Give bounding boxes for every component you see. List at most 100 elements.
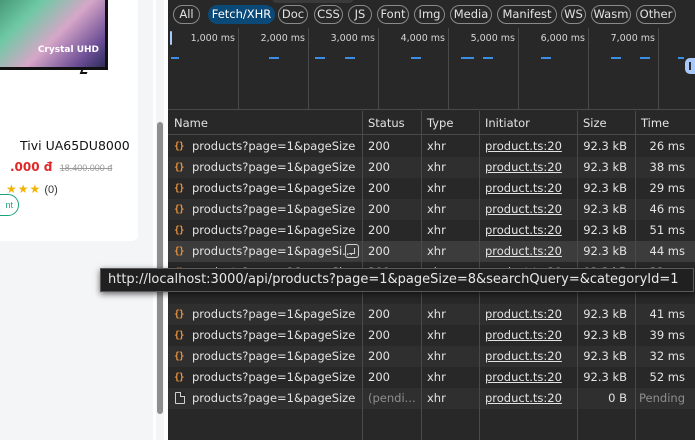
column-header-status[interactable]: Status — [368, 111, 405, 135]
column-header-time[interactable]: Time — [641, 111, 669, 135]
copy-icon[interactable] — [345, 244, 359, 258]
cell-status: 200 — [368, 160, 390, 174]
request-name[interactable]: products?page=1&pageSize... — [192, 178, 356, 199]
request-name[interactable]: products?page=1&pageSize... — [192, 220, 356, 241]
cell-status: 200 — [368, 349, 390, 363]
timeline-request-bar — [411, 57, 421, 59]
filter-font[interactable]: Font — [377, 5, 409, 24]
tv-stand-graphic — [79, 67, 90, 74]
cell-status: 200 — [368, 223, 390, 237]
cell-status: 200 — [368, 328, 390, 342]
cell-initiator[interactable]: product.ts:20 — [485, 325, 573, 346]
cell-size: 0 B — [608, 391, 627, 405]
timeline-tick-label: 3,000 ms — [330, 33, 375, 44]
cell-initiator[interactable]: product.ts:20 — [485, 136, 573, 157]
request-name[interactable]: products?page=1&pageSize... — [192, 136, 356, 157]
column-header-name[interactable]: Name — [174, 111, 208, 135]
toolbar-stub — [272, 0, 354, 3]
cell-type: xhr — [427, 223, 446, 237]
cell-type: xhr — [427, 181, 446, 195]
table-row[interactable]: {} products?page=1&pageSize... 200 xhr produ… — [168, 367, 695, 388]
cell-time: 32 ms — [649, 349, 685, 363]
column-header-size[interactable]: Size — [583, 111, 607, 135]
cell-initiator[interactable]: product.ts:20 — [485, 178, 573, 199]
timeline-request-bar — [315, 57, 325, 59]
filter-manifest[interactable]: Manifest — [497, 5, 557, 24]
filter-img[interactable]: Img — [414, 5, 445, 24]
timeline-range-handle[interactable] — [685, 58, 695, 74]
cell-initiator[interactable]: product.ts:20 — [485, 367, 573, 388]
product-name[interactable]: Tivi UA65DU8000 — [20, 138, 130, 153]
filter-media[interactable]: Media — [450, 5, 492, 24]
filter-css[interactable]: CSS — [314, 5, 343, 24]
cell-size: 92.3 kB — [583, 223, 627, 237]
filter-doc[interactable]: Doc — [278, 5, 308, 24]
cell-initiator[interactable]: product.ts:20 — [485, 199, 573, 220]
timeline-request-bar — [345, 57, 355, 59]
cell-size: 92.3 kB — [583, 244, 627, 258]
table-row[interactable]: products?page=1&pageSize... (pendi... xhr p… — [168, 388, 695, 409]
cell-status: 200 — [368, 307, 390, 321]
filter-fetch-xhr[interactable]: Fetch/XHR — [208, 5, 275, 24]
request-name[interactable]: products?page=1&pageSize... — [192, 388, 356, 409]
timeline-grid-line — [378, 28, 379, 110]
product-card[interactable]: Crystal UHD — [0, 0, 138, 241]
request-name[interactable]: products?page=1&pageSize... — [192, 304, 356, 325]
request-name[interactable]: products?page=1&pageSize... — [192, 199, 356, 220]
cell-status: (pendi... — [368, 391, 416, 405]
cell-type: xhr — [427, 160, 446, 174]
cell-status: 200 — [368, 244, 390, 258]
cell-initiator[interactable]: product.ts:20 — [485, 241, 573, 262]
timeline-overview[interactable]: 1,000 ms 2,000 ms 3,000 ms 4,000 ms 5,000 ms… — [168, 28, 695, 110]
cell-size: 92.3 kB — [583, 202, 627, 216]
devtools-network-panel: All Fetch/XHR Doc CSS JS Font Img Media Manifest… — [168, 0, 695, 440]
table-row[interactable]: {} products?page=1&pageSize... 200 xhr produ… — [168, 199, 695, 220]
fetch-icon: {} — [174, 309, 184, 320]
cell-initiator[interactable]: product.ts:20 — [485, 346, 573, 367]
document-icon — [175, 392, 185, 404]
filter-all[interactable]: All — [173, 5, 200, 24]
request-name[interactable]: products?page=1&pageSize... — [192, 157, 356, 178]
request-name[interactable]: products?page=1&pageSize... — [192, 367, 356, 388]
column-header-initiator[interactable]: Initiator — [485, 111, 530, 135]
cell-size: 92.3 kB — [583, 181, 627, 195]
timeline-grid-line — [308, 28, 309, 110]
cell-initiator[interactable]: product.ts:20 — [485, 304, 573, 325]
cell-initiator[interactable]: product.ts:20 — [485, 388, 573, 409]
cell-type: xhr — [427, 244, 446, 258]
cell-size: 92.3 kB — [583, 139, 627, 153]
rating-row: ★★★ (0) — [6, 182, 58, 196]
rating-count: (0) — [44, 184, 58, 196]
table-row[interactable]: {} products?page=1&pageSi... 200 xhr product… — [168, 241, 695, 262]
cell-time: 51 ms — [649, 223, 685, 237]
cell-size: 92.3 kB — [583, 370, 627, 384]
table-row[interactable]: {} products?page=1&pageSize... 200 xhr produ… — [168, 304, 695, 325]
request-name[interactable]: products?page=1&pageSize... — [192, 346, 356, 367]
table-row[interactable]: {} products?page=1&pageSize... 200 xhr produ… — [168, 136, 695, 157]
cell-time: 38 ms — [649, 160, 685, 174]
filter-wasm[interactable]: Wasm — [591, 5, 631, 24]
table-row[interactable]: {} products?page=1&pageSize... 200 xhr produ… — [168, 157, 695, 178]
table-header: Name Status Type Initiator Size Time — [168, 111, 695, 135]
filter-ws[interactable]: WS — [561, 5, 586, 24]
timeline-tick-label: 4,000 ms — [400, 33, 445, 44]
product-image[interactable]: Crystal UHD — [0, 0, 108, 70]
fetch-icon: {} — [174, 162, 184, 173]
filter-js[interactable]: JS — [348, 5, 372, 24]
request-name[interactable]: products?page=1&pageSize... — [192, 325, 356, 346]
cell-time: 26 ms — [649, 139, 685, 153]
cell-time: 44 ms — [649, 244, 685, 258]
table-row[interactable]: {} products?page=1&pageSize... 200 xhr produ… — [168, 220, 695, 241]
request-url-tooltip: http://localhost:3000/api/products?page=… — [100, 268, 694, 292]
table-row[interactable]: {} products?page=1&pageSize... 200 xhr produ… — [168, 325, 695, 346]
cell-initiator[interactable]: product.ts:20 — [485, 157, 573, 178]
cell-initiator[interactable]: product.ts:20 — [485, 220, 573, 241]
timeline-request-bar — [269, 57, 279, 59]
cell-time: Pending — [639, 391, 685, 405]
request-name[interactable]: products?page=1&pageSi... — [192, 241, 356, 262]
table-row[interactable]: {} products?page=1&pageSize... 200 xhr produ… — [168, 346, 695, 367]
filter-other[interactable]: Other — [636, 5, 676, 24]
table-row[interactable]: {} products?page=1&pageSize... 200 xhr produ… — [168, 178, 695, 199]
column-header-type[interactable]: Type — [427, 111, 453, 135]
cell-type: xhr — [427, 139, 446, 153]
